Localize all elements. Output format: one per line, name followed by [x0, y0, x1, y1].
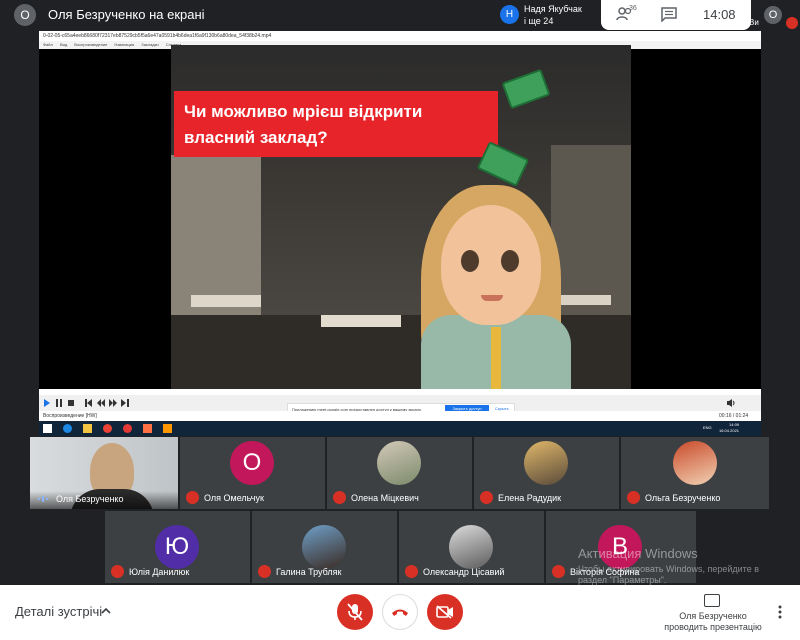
- folder-icon[interactable]: [83, 424, 92, 433]
- notification-avatar: Н: [500, 5, 519, 24]
- player-titlebar: 0-02-05-c65a4eeb86680f72317eb87529cb5f5a…: [39, 31, 761, 41]
- chrome-icon[interactable]: [103, 424, 112, 433]
- participant-name: Ольга Безрученко: [645, 493, 721, 503]
- pause-icon[interactable]: [55, 399, 63, 407]
- avatar-tie: [491, 327, 501, 391]
- chevron-up-icon[interactable]: [101, 607, 111, 615]
- opera-icon[interactable]: [123, 424, 132, 433]
- leave-call-button[interactable]: [382, 594, 418, 630]
- notification-line1: Надя Якубчак: [524, 4, 582, 14]
- presenter-status-name: Оля Безрученко: [679, 611, 747, 621]
- participant-tile[interactable]: Ольга Безрученко: [621, 437, 769, 509]
- participant-avatar: [302, 525, 346, 569]
- participant-tile[interactable]: О Оля Омельчук: [180, 437, 325, 509]
- mic-off-icon: [480, 491, 493, 504]
- chat-icon[interactable]: [661, 7, 677, 22]
- participant-name: Юлія Данилюк: [129, 567, 190, 577]
- taskbar-clock: 14:09 16.04.2021: [719, 422, 739, 434]
- participant-tile[interactable]: Олена Міцкевич: [327, 437, 472, 509]
- participant-avatar: [524, 441, 568, 485]
- presenting-title: Оля Безрученко на екрані: [48, 7, 205, 22]
- avatar-eye: [461, 250, 479, 272]
- video-frame: Чи можливо мрієш відкрити власний заклад…: [171, 45, 631, 391]
- presenter-avatar: О: [14, 4, 36, 26]
- camera-off-icon: [436, 605, 453, 619]
- participant-name: Галина Трубляк: [276, 567, 342, 577]
- app-icon[interactable]: [143, 424, 152, 433]
- participant-tile[interactable]: Елена Радудик: [474, 437, 619, 509]
- camera-toggle-button[interactable]: [427, 594, 463, 630]
- time-readout: 00:16 / 01:24: [719, 413, 749, 419]
- mic-off-icon: [186, 491, 199, 504]
- presenter-status-text: проводить презентацію: [664, 622, 762, 632]
- mic-off-icon: [258, 565, 271, 578]
- notification-text: Надя Якубчак і ще 24: [524, 3, 582, 27]
- self-label: Ви: [749, 18, 759, 27]
- self-mic-off-icon: [786, 17, 798, 29]
- player-status-text: Воспроизведение [HW]: [43, 413, 97, 419]
- mic-off-icon: [333, 491, 346, 504]
- window-bg: [171, 155, 261, 335]
- participant-name: Оля Омельчук: [204, 493, 264, 503]
- presenter-status: Оля Безрученко проводить презентацію: [660, 611, 766, 633]
- edge-icon[interactable]: [63, 424, 72, 433]
- more-options-icon[interactable]: [778, 605, 782, 619]
- video-caption-line1: Чи можливо мрієш відкрити: [184, 102, 423, 121]
- speaking-indicator-icon: [38, 496, 48, 502]
- participant-avatar: О: [230, 441, 274, 485]
- notification-line2: і ще 24: [524, 16, 554, 26]
- participant-avatar: [449, 525, 493, 569]
- video-caption-line2: власний заклад?: [184, 128, 328, 147]
- rewind-icon[interactable]: [97, 399, 105, 407]
- money-icon: [501, 68, 551, 110]
- participant-avatar: [673, 441, 717, 485]
- clock: 14:08: [703, 7, 736, 22]
- self-avatar: О: [764, 6, 782, 24]
- participant-name: Олена Міцкевич: [351, 493, 419, 503]
- avatar-eye: [501, 250, 519, 272]
- mic-off-icon: [552, 565, 565, 578]
- video-banner: Чи можливо мрієш відкрити власний заклад…: [174, 91, 498, 157]
- avatar-mouth: [481, 295, 503, 301]
- windows-taskbar: ENG 14:09 16.04.2021: [39, 421, 761, 436]
- watermark-title: Активация Windows: [578, 546, 698, 561]
- watermark-subtitle: Чтобы активировать Windows, перейдите в …: [578, 564, 759, 585]
- presentation-screen: 0-02-05-c65a4eeb86680f72317eb87529cb5f5a…: [39, 31, 761, 436]
- taskbar-lang: ENG: [703, 425, 712, 430]
- participant-avatar: Ю: [155, 525, 199, 569]
- window-bg: [551, 145, 631, 335]
- participant-avatar: [377, 441, 421, 485]
- windows-start-icon[interactable]: [43, 424, 52, 433]
- mic-toggle-button[interactable]: [337, 594, 373, 630]
- meeting-details-button[interactable]: Деталі зустрічі: [15, 604, 102, 619]
- phone-hangup-icon: [392, 609, 408, 616]
- mic-off-icon: [627, 491, 640, 504]
- vlc-icon[interactable]: [163, 424, 172, 433]
- participant-tile[interactable]: Ю Юлія Данилюк: [105, 511, 250, 583]
- stop-icon[interactable]: [67, 399, 75, 407]
- player-status: Воспроизведение [HW] 00:16 / 01:24: [39, 411, 761, 421]
- participant-tile[interactable]: Олександр Цісавий: [399, 511, 544, 583]
- present-now-icon[interactable]: [704, 594, 720, 607]
- mic-off-icon: [405, 565, 418, 578]
- prev-icon[interactable]: [85, 399, 93, 407]
- participant-tile[interactable]: Галина Трубляк: [252, 511, 397, 583]
- volume-icon[interactable]: [727, 399, 736, 407]
- participant-tile[interactable]: Оля Безрученко: [30, 437, 178, 509]
- mic-off-icon: [111, 565, 124, 578]
- avatar-face: [441, 205, 541, 325]
- people-count: 36: [629, 5, 637, 12]
- windows-activation-watermark: Активация Windows Чтобы активировать Win…: [578, 546, 788, 586]
- table: [321, 315, 401, 327]
- participant-name: Елена Радудик: [498, 493, 562, 503]
- video-caption: Чи можливо мрієш відкрити власний заклад…: [184, 99, 494, 151]
- next-icon[interactable]: [121, 399, 129, 407]
- play-icon[interactable]: [43, 399, 51, 407]
- mic-off-icon: [347, 603, 363, 621]
- forward-icon[interactable]: [109, 399, 117, 407]
- participant-name: Оля Безрученко: [56, 494, 124, 504]
- participant-name: Олександр Цісавий: [423, 567, 505, 577]
- taskbar-date: 16.04.2021: [719, 428, 740, 433]
- table: [191, 295, 261, 307]
